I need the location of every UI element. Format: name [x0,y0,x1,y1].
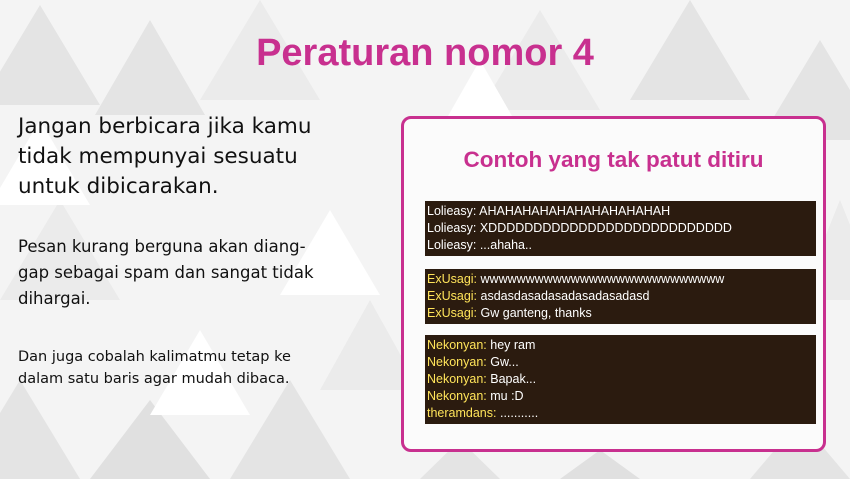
chat-log-nekonyan: Nekonyan: hey ram Nekonyan: Gw... Nekony… [425,335,816,424]
chat-log-lolieasy: Lolieasy: AHAHAHAHAHAHAHAHAHAHAH Lolieas… [425,201,816,256]
chat-line: ExUsagi: wwwwwwwwwwwwwwwwwwwwwwwwwww [427,271,816,288]
chat-message: Bapak... [490,372,537,386]
chat-line: Nekonyan: Gw... [427,354,816,371]
chat-username: Nekonyan: [427,372,487,386]
chat-username: Lolieasy: [427,221,477,235]
chat-message: ...ahaha.. [479,238,532,252]
chat-line: ExUsagi: asdasdasadasadasadasadasd [427,288,816,305]
chat-username: ExUsagi: [427,272,478,286]
chat-username: ExUsagi: [427,306,478,320]
chat-line: Lolieasy: ...ahaha.. [427,237,816,254]
chat-username: Lolieasy: [427,238,477,252]
chat-username: ExUsagi: [427,289,478,303]
chat-line: Lolieasy: XDDDDDDDDDDDDDDDDDDDDDDDDDDD [427,220,816,237]
chat-line: Nekonyan: mu :D [427,388,816,405]
chat-message: AHAHAHAHAHAHAHAHAHAHAH [479,204,671,218]
chat-message: XDDDDDDDDDDDDDDDDDDDDDDDDDDD [479,221,732,235]
chat-username: Nekonyan: [427,389,487,403]
chat-username: Lolieasy: [427,204,477,218]
chat-message: mu :D [490,389,524,403]
rule-text: Jangan berbicara jika kamu tidak mempuny… [18,112,378,387]
example-panel: Contoh yang tak patut ditiru Lolieasy: A… [401,116,826,452]
chat-message: Gw... [490,355,519,369]
rule-paragraph-main: Jangan berbicara jika kamu tidak mempuny… [18,114,312,199]
chat-line: theramdans: ........... [427,405,816,422]
chat-log-exusagi: ExUsagi: wwwwwwwwwwwwwwwwwwwwwwwwwww ExU… [425,269,816,324]
chat-message: Gw ganteng, thanks [480,306,592,320]
chat-message: ........... [499,406,539,420]
chat-line: Nekonyan: Bapak... [427,371,816,388]
chat-username: Nekonyan: [427,355,487,369]
rule-paragraph-spam: Pesan kurang berguna akan diang- gap seb… [18,237,314,308]
example-title: Contoh yang tak patut ditiru [463,147,764,172]
chat-message: hey ram [490,338,536,352]
chat-line: Lolieasy: AHAHAHAHAHAHAHAHAHAHAH [427,203,816,220]
chat-username: theramdans: [427,406,497,420]
rule-paragraph-oneline: Dan juga cobalah kalimatmu tetap ke dala… [18,349,291,387]
chat-username: Nekonyan: [427,338,487,352]
chat-line: ExUsagi: Gw ganteng, thanks [427,305,816,322]
chat-message: wwwwwwwwwwwwwwwwwwwwwwwwwww [480,272,725,286]
chat-line: Nekonyan: hey ram [427,337,816,354]
slide-title: Peraturan nomor 4 [256,32,594,74]
chat-message: asdasdasadasadasadasadasd [480,289,650,303]
